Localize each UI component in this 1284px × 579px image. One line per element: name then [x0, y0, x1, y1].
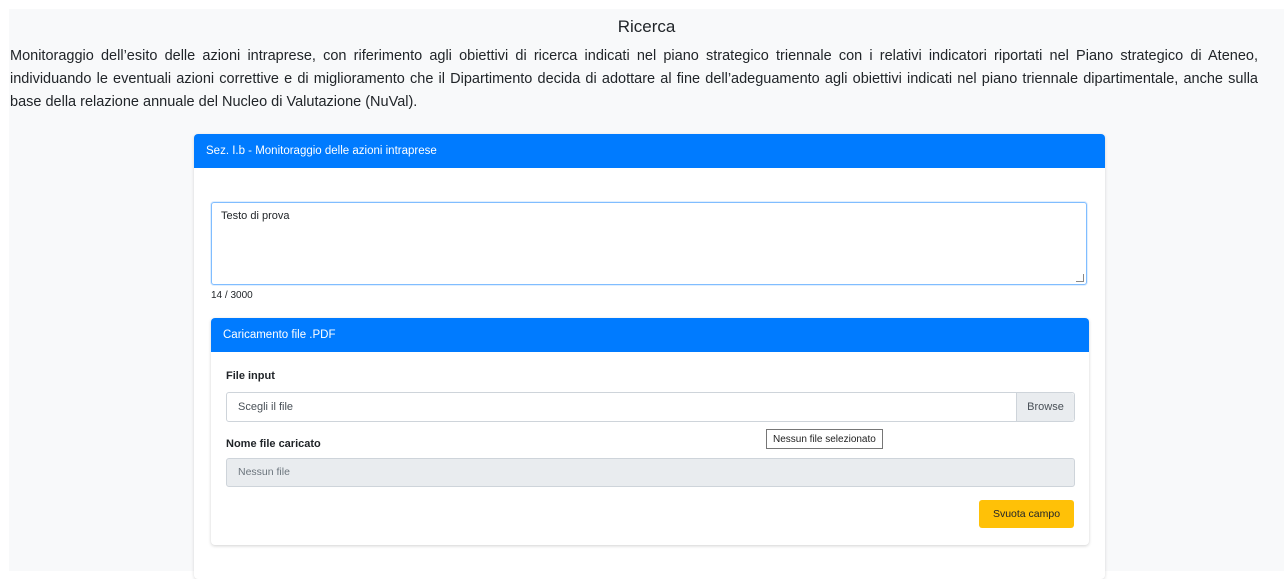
section-card: Sez. I.b - Monitoraggio delle azioni int… — [194, 134, 1105, 579]
browse-button[interactable]: Browse — [1016, 393, 1074, 421]
file-input-placeholder: Scegli il file — [238, 401, 294, 413]
page-container: Ricerca Monitoraggio dell’esito delle az… — [9, 9, 1284, 579]
resize-grip-icon[interactable] — [1076, 274, 1084, 282]
monitoring-textarea[interactable]: Testo di prova — [211, 202, 1087, 285]
char-counter: 14 / 3000 — [211, 290, 253, 301]
page-title: Ricerca — [617, 17, 676, 36]
upload-card: Caricamento file .PDF File input Scegli … — [211, 318, 1089, 545]
clear-field-button[interactable]: Svuota campo — [979, 500, 1074, 528]
uploaded-file-field: Nessun file — [226, 458, 1075, 487]
file-input-label: File input — [226, 370, 275, 382]
file-input[interactable]: Scegli il file Browse — [226, 392, 1075, 422]
textarea-value: Testo di prova — [221, 210, 290, 222]
upload-header: Caricamento file .PDF — [211, 318, 1089, 352]
uploaded-file-label: Nome file caricato — [226, 438, 321, 450]
section-header: Sez. I.b - Monitoraggio delle azioni int… — [194, 134, 1105, 168]
file-tooltip: Nessun file selezionato — [766, 429, 883, 449]
page-description: Monitoraggio dell’esito delle azioni int… — [10, 48, 1258, 110]
